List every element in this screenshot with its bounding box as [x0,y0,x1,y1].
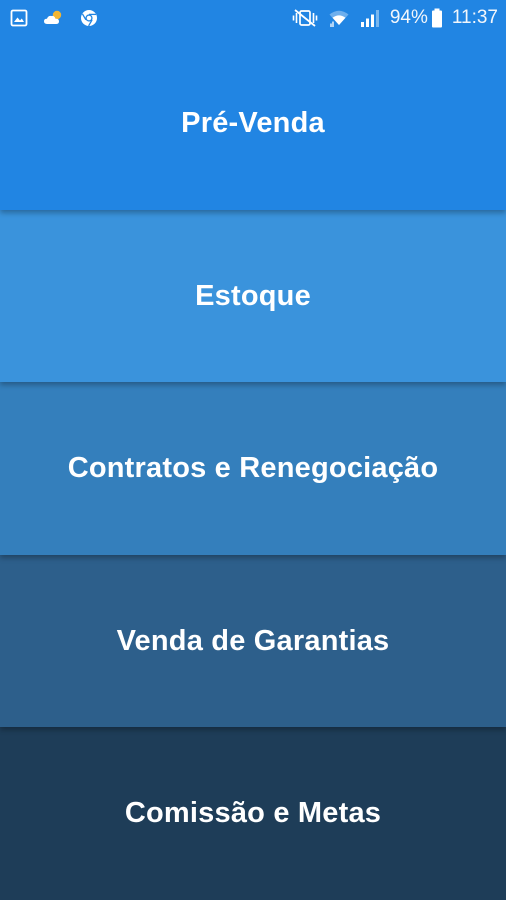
menu-item-label: Venda de Garantias [116,624,390,657]
menu-item-label: Comissão e Metas [124,797,382,829]
battery-status: 94% [390,5,443,31]
main-menu: Comissão e Metas Venda de Garantias Cont… [0,0,506,900]
menu-item-pre-venda[interactable]: Pré-Venda [0,36,506,210]
menu-item-contratos-renegociacao[interactable]: Contratos e Renegociação [0,382,506,555]
clock: 11:37 [451,7,498,28]
signal-icon [359,8,381,28]
weather-icon [42,9,66,27]
menu-item-label: Pré-Venda [181,106,325,139]
gallery-icon [10,9,28,27]
menu-item-comissao-metas[interactable]: Comissão e Metas [0,727,506,900]
system-status: 94% 11:37 [291,5,498,31]
battery-icon [431,8,443,28]
chrome-icon [80,9,98,27]
vibrate-mute-icon [291,8,319,28]
menu-item-label: Estoque [195,279,311,312]
notification-icons [10,8,98,28]
app-screen: Comissão e Metas Venda de Garantias Cont… [0,0,506,900]
status-bar: 94% 11:37 [0,0,506,36]
menu-item-estoque[interactable]: Estoque [0,210,506,382]
menu-item-venda-garantias[interactable]: Venda de Garantias [0,555,506,727]
battery-percent: 94% [389,7,428,28]
wifi-icon [328,8,350,28]
menu-item-label: Contratos e Renegociação [67,452,439,484]
